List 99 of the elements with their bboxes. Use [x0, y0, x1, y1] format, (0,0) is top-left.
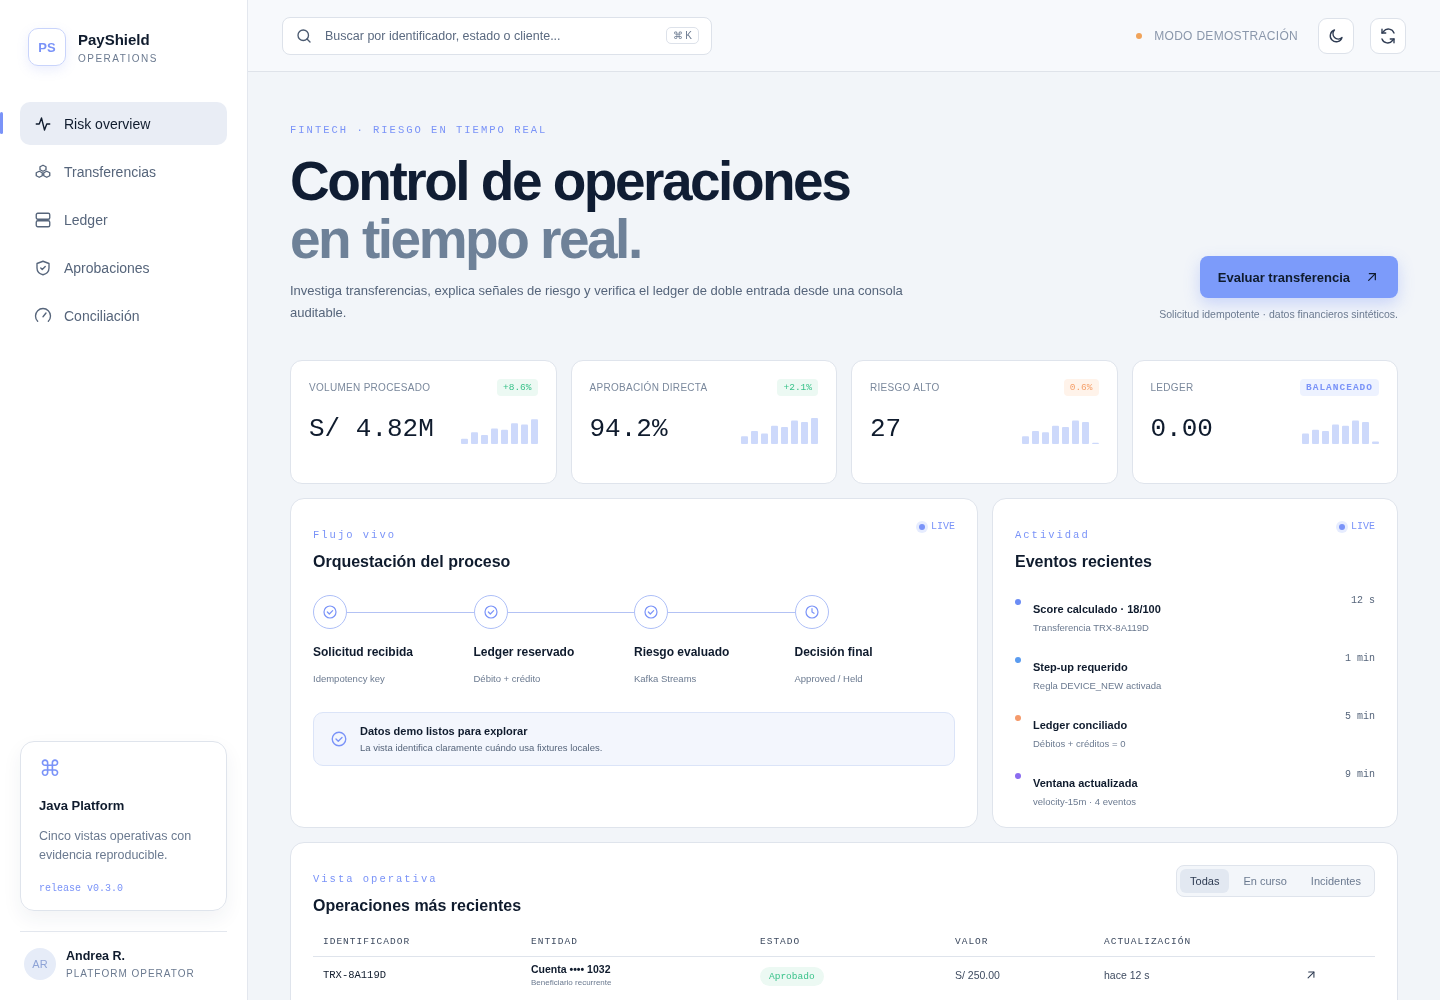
step-title: Decisión final — [794, 645, 874, 659]
table-cell-text: TRX-8A119D — [323, 968, 387, 981]
nav-item[interactable]: Conciliación — [20, 294, 227, 337]
command-symbol: ⌘ — [39, 758, 61, 780]
cta-note: Solicitud idempotente · datos financieros sintéticos. — [1159, 308, 1398, 320]
notice-text: La vista identifica claramente cuándo usa fixtures locales. — [360, 742, 603, 753]
step-detail: Approved / Held — [794, 673, 864, 684]
section-eyebrow: Flujo vivo — [313, 529, 397, 541]
nav-item[interactable]: Aprobaciones — [20, 246, 227, 289]
event-detail: velocity-15m · 4 eventos — [1033, 796, 1137, 807]
metric-value: 0.00 — [1150, 414, 1213, 444]
event-time: 9 min — [1345, 769, 1375, 780]
page-description: Investiga transferencias, explica señales de riesgo y verifica el ledger de doble entrada desde una consola auditable. — [290, 282, 904, 322]
moon-icon — [1327, 26, 1345, 45]
card-text: Cinco vistas operativas con evidencia reproducible. — [39, 828, 193, 864]
trend-badge: +2.1% — [777, 379, 818, 396]
step-detail: Idempotency key — [313, 673, 386, 684]
user-name: Andrea R. — [66, 949, 127, 963]
event-title: Ledger conciliado — [1033, 719, 1129, 731]
event-detail: Transferencia TRX-8A119D — [1033, 622, 1150, 633]
metric-value: 94.2% — [589, 414, 668, 444]
search-icon — [295, 26, 313, 45]
metric-label: APROBACIÓN DIRECTA — [589, 382, 708, 393]
event-title: Score calculado · 18/100 — [1033, 603, 1162, 615]
server-icon — [34, 210, 52, 229]
shortcut-hint: ⌘ K — [665, 27, 699, 44]
status-dot — [1136, 32, 1143, 39]
metric-value: 27 — [870, 414, 902, 444]
metric-label: VOLUMEN PROCESADO — [309, 382, 431, 393]
page-title: Control de operaciones — [290, 152, 851, 210]
filter-tab[interactable]: Todas — [1180, 869, 1230, 893]
column-header: IDENTIFICADOR — [323, 936, 412, 947]
refresh-button[interactable] — [1370, 17, 1406, 54]
table-cell-text: Cuenta •••• 1032 — [531, 963, 612, 975]
check-icon — [643, 604, 659, 620]
search-field[interactable]: Buscar por identificador, estado o cliente... ⌘ K — [282, 16, 712, 55]
step-detail: Kafka Streams — [634, 673, 698, 684]
trend-badge: +8.6% — [497, 379, 538, 396]
pulse-icon — [34, 114, 52, 133]
refresh-icon — [1379, 26, 1397, 45]
section-eyebrow: Vista operativa — [313, 873, 439, 885]
live-label: LIVE — [931, 521, 955, 532]
section-title: Eventos recientes — [1015, 553, 1153, 571]
event-title: Ventana actualizada — [1033, 777, 1139, 789]
column-header: VALOR — [955, 936, 990, 947]
event-time: 5 min — [1345, 711, 1375, 722]
column-header: ESTADO — [760, 936, 802, 947]
notice-title: Datos demo listos para explorar — [360, 725, 529, 737]
step-detail: Débito + crédito — [473, 673, 542, 684]
step-title: Ledger reservado — [473, 645, 576, 659]
theme-toggle-button[interactable] — [1318, 17, 1354, 54]
brand-subtitle: OPERATIONS — [78, 52, 158, 64]
filter-tab[interactable]: En curso — [1233, 869, 1297, 893]
event-title: Step-up requerido — [1033, 661, 1129, 673]
eyebrow-label: FINTECH · RIESGO EN TIEMPO REAL — [290, 124, 549, 136]
clock-icon — [803, 604, 820, 620]
event-detail: Débitos + créditos = 0 — [1033, 738, 1127, 749]
status-pill: Aprobado — [760, 966, 824, 986]
gauge-icon — [34, 306, 52, 325]
shield-check-icon — [34, 258, 52, 277]
table-cell-text: S/ 250.00 — [955, 968, 1001, 981]
metric-value: S/ 4.82M — [309, 414, 434, 444]
step-title: Solicitud recibida — [313, 645, 415, 659]
logo-badge: PS — [28, 28, 66, 66]
brand-name: PayShield — [78, 30, 151, 48]
check-circle-icon — [330, 730, 348, 748]
section-title: Orquestación del proceso — [313, 553, 512, 571]
release-tag: release v0.3.0 — [39, 883, 208, 894]
step-title: Riesgo evaluado — [634, 645, 731, 659]
check-icon — [482, 604, 499, 620]
evaluate-transfer-button[interactable]: Evaluar transferencia — [1199, 256, 1398, 298]
table-cell-text: hace 12 s — [1104, 968, 1151, 981]
trend-badge: 0.6% — [1063, 379, 1099, 396]
card-title: Java Platform — [39, 798, 126, 813]
live-dot — [919, 523, 925, 530]
nav-item[interactable]: Transferencias — [20, 150, 227, 193]
event-time: 12 s — [1351, 595, 1375, 606]
active-indicator — [0, 112, 3, 134]
metric-label: LEDGER — [1150, 382, 1194, 393]
filter-tab[interactable]: Incidentes — [1300, 869, 1371, 893]
live-label: LIVE — [1351, 521, 1375, 532]
metric-label: RIESGO ALTO — [870, 382, 940, 393]
live-dot — [1339, 523, 1345, 530]
mode-label: MODO DEMOSTRACIÓN — [1154, 28, 1298, 43]
event-detail: Regla DEVICE_NEW activada — [1033, 680, 1163, 691]
section-eyebrow: Actividad — [1015, 529, 1091, 541]
section-title: Operaciones más recientes — [313, 897, 522, 915]
event-time: 1 min — [1345, 653, 1375, 664]
avatar: AR — [24, 948, 56, 980]
search-input[interactable]: Buscar por identificador, estado o cliente... — [323, 27, 656, 44]
column-header: ACTUALIZACIÓN — [1104, 936, 1193, 947]
nav-item[interactable]: Risk overview — [20, 102, 227, 145]
trend-badge: BALANCEADO — [1300, 379, 1379, 396]
cubes-icon — [34, 162, 52, 181]
user-role: PLATFORM OPERATOR — [66, 968, 195, 979]
nav-item[interactable]: Ledger — [20, 198, 227, 241]
table-cell-detail: Beneficiario recurrente — [531, 978, 613, 987]
check-icon — [322, 604, 338, 620]
column-header: ENTIDAD — [531, 936, 579, 947]
